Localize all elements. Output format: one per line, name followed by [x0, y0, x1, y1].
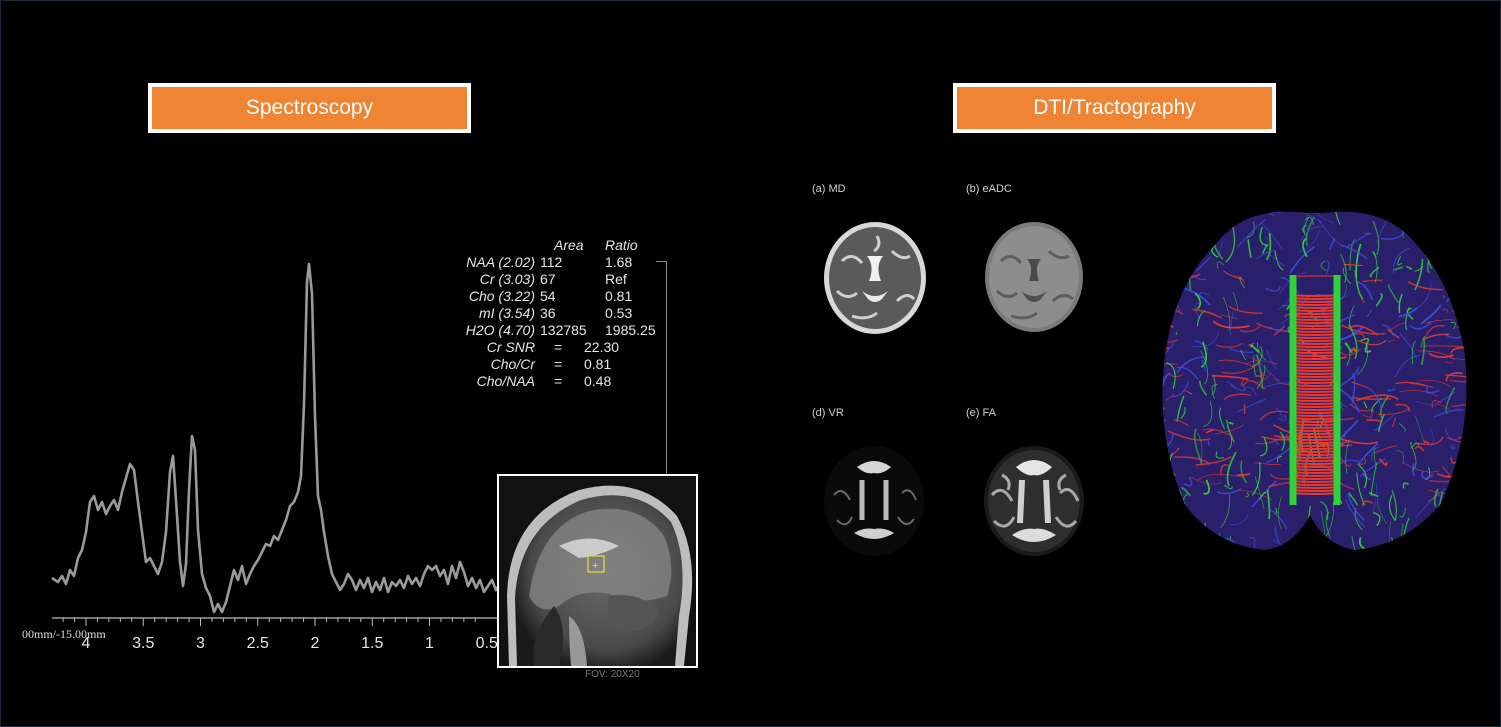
metabolite-ratio: 0.53 — [605, 305, 633, 321]
stat-eq: = — [554, 339, 563, 355]
metabolite-name: mI (3.54) — [478, 305, 535, 321]
metabolite-name: NAA (2.02) — [466, 254, 535, 270]
metabolite-area: 67 — [540, 271, 556, 287]
connector-tick — [656, 261, 666, 262]
sagittal-mri-image: + — [497, 474, 698, 668]
spectrum-tick-label: 3 — [196, 635, 205, 652]
spectrum-tick-label: 2.5 — [247, 635, 269, 652]
metabolite-name: Cr (3.03) — [479, 271, 535, 287]
fa-brain-image — [984, 446, 1084, 556]
spectrum-tick-label: 1 — [425, 635, 434, 652]
metabolite-area: 54 — [540, 288, 556, 304]
stat-value: 0.81 — [584, 356, 612, 372]
metabolite-area: 112 — [540, 254, 563, 270]
connector-line — [666, 261, 667, 473]
tractography-image — [1162, 211, 1467, 551]
stat-eq: = — [554, 356, 563, 372]
stat-name: Cho/Cr — [490, 356, 535, 372]
metabolite-ratio: Ref — [605, 271, 627, 287]
spectrum-tick-label: 4 — [82, 635, 91, 652]
stat-name: Cho/NAA — [476, 373, 535, 389]
ratio-column-header: Ratio — [605, 237, 638, 253]
eadc-brain-image — [985, 222, 1083, 332]
spectrum-curve — [51, 262, 500, 614]
metabolite-area: 132785 — [540, 322, 587, 338]
stat-name: Cr SNR — [486, 339, 535, 355]
stat-value: 0.48 — [584, 373, 612, 389]
panel-label-fa: (e) FA — [966, 407, 996, 419]
stat-eq: = — [554, 373, 563, 389]
md-brain-image — [824, 222, 926, 334]
mri-caption: FOV: 20X20 — [585, 669, 640, 680]
spectrum-tick-label: 3.5 — [132, 635, 154, 652]
metabolite-ratio: 1985.25 — [605, 322, 656, 338]
spectrum-tick-label: 0.5 — [476, 635, 498, 652]
panel-label-eadc: (b) eADC — [966, 183, 1012, 195]
metabolite-name: H2O (4.70) — [465, 322, 535, 338]
spectroscopy-header: Spectroscopy — [148, 83, 471, 133]
spectrum-axis-left-text: 00mm/-15.00mm — [22, 627, 106, 641]
spectrum-ticks — [62, 618, 476, 626]
dti-header: DTI/Tractography — [953, 83, 1276, 133]
panel-label-md: (a) MD — [812, 183, 846, 195]
spectrum-tick-label: 2 — [311, 635, 320, 652]
svg-text:+: + — [592, 560, 598, 572]
spectrum-tick-label: 1.5 — [361, 635, 383, 652]
spectrum-plot: 00mm/-15.00mm 4 3.5 3 2.5 2 1.5 1 0.5 — [22, 262, 500, 652]
area-column-header: Area — [554, 237, 584, 253]
metabolite-ratio: 0.81 — [605, 288, 633, 304]
metabolite-name: Cho (3.22) — [468, 288, 535, 304]
panel-label-vr: (d) VR — [812, 407, 844, 419]
spectrum-tick-labels: 4 3.5 3 2.5 2 1.5 1 0.5 — [82, 635, 498, 652]
stat-value: 22.30 — [584, 339, 620, 355]
vr-brain-image — [824, 446, 924, 556]
metabolite-ratio: 1.68 — [605, 254, 633, 270]
metabolite-area: 36 — [540, 305, 556, 321]
